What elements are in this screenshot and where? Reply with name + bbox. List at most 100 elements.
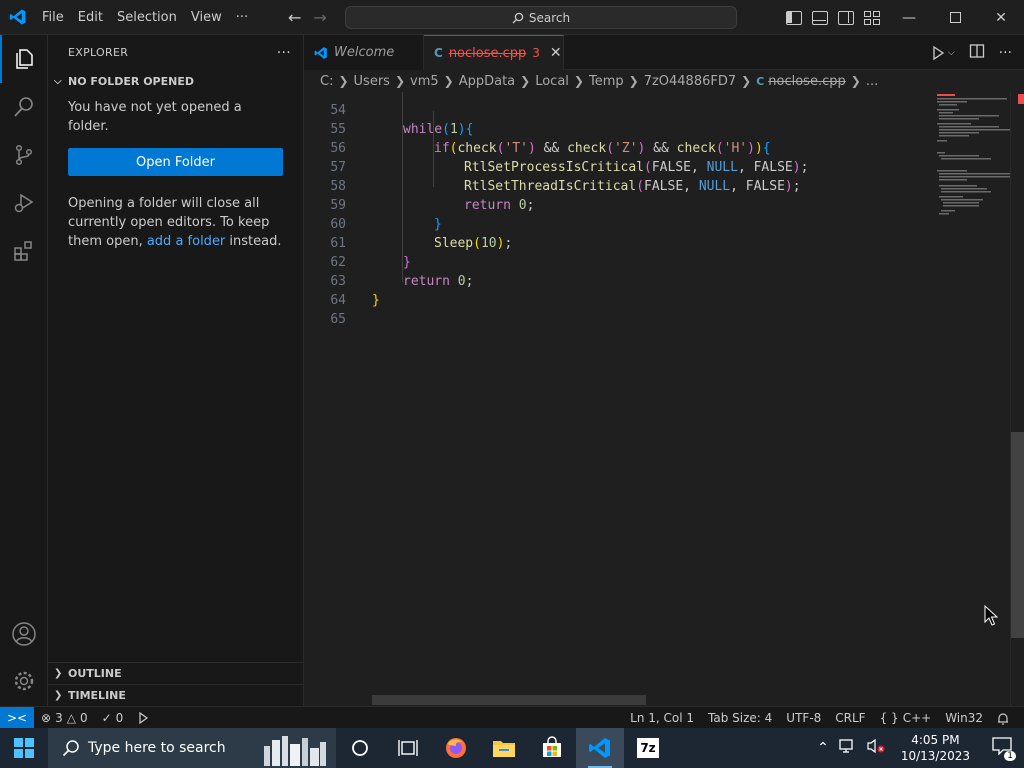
minimize-button[interactable]: — — [886, 0, 932, 35]
7zip-icon[interactable]: 7z — [624, 728, 672, 768]
tab-label: noclose.cpp — [448, 45, 527, 61]
debug-run-status-icon[interactable] — [130, 711, 156, 724]
notification-count: 1 — [1004, 751, 1016, 761]
windows-taskbar: Type here to search 7z ⌃ 4:05 PM 10/13/2… — [0, 728, 1024, 768]
close-tab-icon[interactable]: ✕ — [550, 45, 562, 61]
explorer-icon[interactable] — [0, 35, 48, 83]
vscode-icon — [314, 46, 327, 59]
info-text-after: instead. — [225, 234, 282, 249]
timeline-section-header[interactable]: ❯ TIMELINE — [48, 684, 303, 706]
volume-muted-icon[interactable] — [861, 738, 891, 758]
breadcrumb-item[interactable]: AppData — [459, 74, 515, 89]
extensions-icon[interactable] — [0, 227, 48, 275]
explorer-more-icon[interactable]: ··· — [277, 45, 291, 61]
vscode-logo-icon — [0, 0, 35, 35]
no-folder-section-header[interactable]: ⌵ NO FOLDER OPENED — [48, 70, 303, 92]
run-debug-icon[interactable] — [0, 179, 48, 227]
error-icon: ⊗ — [41, 710, 52, 725]
run-cpp-icon[interactable]: ⌵ — [930, 45, 955, 61]
error-count: 3 — [55, 710, 63, 725]
indentation[interactable]: Tab Size: 4 — [701, 711, 779, 725]
manage-gear-icon[interactable] — [0, 657, 48, 705]
more-actions-icon[interactable]: ··· — [999, 45, 1012, 61]
add-folder-link[interactable]: add a folder — [147, 234, 225, 249]
mouse-cursor-icon — [984, 604, 1000, 631]
vscode-icon[interactable] — [576, 728, 624, 768]
problems-indicator[interactable]: ⊗ 3 △ 0 — [34, 711, 95, 725]
breadcrumb-item[interactable]: Local — [535, 74, 569, 89]
firefox-icon[interactable] — [432, 728, 480, 768]
code-line: 62 return 0; — [304, 234, 928, 289]
horizontal-scrollbar[interactable] — [372, 695, 646, 705]
taskbar-search-box[interactable]: Type here to search — [48, 728, 336, 768]
breadcrumb-item[interactable]: Users — [354, 74, 390, 89]
customize-layout-icon[interactable] — [864, 10, 880, 25]
menu-selection[interactable]: Selection — [110, 0, 184, 35]
clock[interactable]: 4:05 PM 10/13/2023 — [891, 732, 980, 764]
show-hidden-icons-icon[interactable]: ⌃ — [811, 740, 835, 756]
tab-noclose-cpp[interactable]: C noclose.cpp 3 ✕ — [424, 35, 564, 70]
menu-more[interactable]: ··· — [229, 0, 255, 35]
cpp-configuration[interactable]: Win32 — [938, 711, 990, 725]
maximize-button[interactable] — [932, 0, 978, 35]
status-bar: >< ⊗ 3 △ 0 ✓ 0 Ln 1, Col 1 Tab Size: 4 U… — [0, 706, 1024, 729]
store-icon[interactable] — [528, 728, 576, 768]
braces-icon: { } — [879, 711, 899, 725]
code-line: 55 if(check('T') && check('Z') && check(… — [304, 101, 928, 156]
network-icon[interactable] — [835, 738, 861, 758]
forward-arrow-icon[interactable]: → — [313, 8, 326, 27]
accounts-icon[interactable] — [0, 610, 48, 658]
search-view-icon[interactable] — [0, 83, 48, 131]
breadcrumb-item[interactable]: 7zO44886FD7 — [644, 74, 736, 89]
code-line: 65 — [304, 291, 928, 327]
search-icon — [512, 12, 524, 23]
windows-start-icon[interactable] — [0, 728, 48, 768]
code-line: 64 — [304, 272, 928, 308]
breadcrumb-item[interactable]: vm5 — [410, 74, 439, 89]
code-line: 60 Sleep(10); — [304, 196, 928, 251]
ports-indicator[interactable]: ✓ 0 — [95, 711, 131, 725]
no-folder-message: You have not yet opened a folder. — [68, 100, 242, 134]
chevron-down-icon: ⌵ — [54, 75, 62, 87]
city-skyline-icon — [264, 736, 326, 766]
toggle-secondary-sidebar-icon[interactable] — [838, 10, 854, 25]
tab-label: Welcome — [334, 45, 395, 60]
encoding[interactable]: UTF-8 — [779, 711, 828, 725]
breadcrumb-file[interactable]: noclose.cpp — [768, 74, 845, 89]
notification-center-icon[interactable]: 1 — [980, 737, 1024, 761]
code-editor[interactable]: 54 while(1){ 55 if(check('T') && check('… — [304, 92, 928, 706]
breadcrumb-symbols[interactable]: ... — [866, 74, 878, 89]
chevron-right-icon: ❯ — [54, 668, 63, 679]
breadcrumb-item[interactable]: Temp — [589, 74, 624, 89]
code-line: 61 } — [304, 215, 928, 270]
menu-view[interactable]: View — [184, 0, 229, 35]
breadcrumb-item[interactable]: C: — [320, 74, 333, 89]
menu-edit[interactable]: Edit — [71, 0, 110, 35]
close-window-button[interactable]: ✕ — [978, 0, 1024, 35]
vertical-scrollbar-thumb[interactable] — [1011, 432, 1024, 638]
menu-file[interactable]: File — [35, 0, 71, 35]
open-folder-button[interactable]: Open Folder — [68, 148, 283, 176]
breadcrumb: C: ❯ Users ❯ vm5 ❯ AppData ❯ Local ❯ Temp ❯ 7z… — [304, 70, 1024, 92]
toggle-primary-sidebar-icon[interactable] — [786, 10, 802, 25]
ports-count: 0 — [115, 710, 124, 725]
notifications-bell-icon[interactable] — [990, 712, 1016, 725]
end-of-line[interactable]: CRLF — [828, 711, 872, 725]
toggle-panel-icon[interactable] — [812, 10, 828, 25]
split-editor-icon[interactable] — [969, 43, 985, 63]
language-mode[interactable]: { } C++ — [873, 711, 939, 725]
tab-welcome[interactable]: Welcome — [304, 35, 424, 70]
chevron-right-icon: ❯ — [54, 690, 63, 701]
outline-section-header[interactable]: ❯ OUTLINE — [48, 662, 303, 684]
task-view-icon[interactable] — [384, 728, 432, 768]
back-arrow-icon[interactable]: ← — [288, 8, 301, 27]
search-label: Search — [528, 10, 571, 25]
warning-count: 0 — [79, 710, 88, 725]
command-center-search[interactable]: Search — [345, 6, 737, 29]
remote-window-icon[interactable]: >< — [0, 706, 34, 729]
file-explorer-icon[interactable] — [480, 728, 528, 768]
cortana-icon[interactable] — [336, 728, 384, 768]
cursor-position[interactable]: Ln 1, Col 1 — [623, 711, 701, 725]
error-overview-marker — [1018, 94, 1024, 104]
source-control-icon[interactable] — [0, 131, 48, 179]
